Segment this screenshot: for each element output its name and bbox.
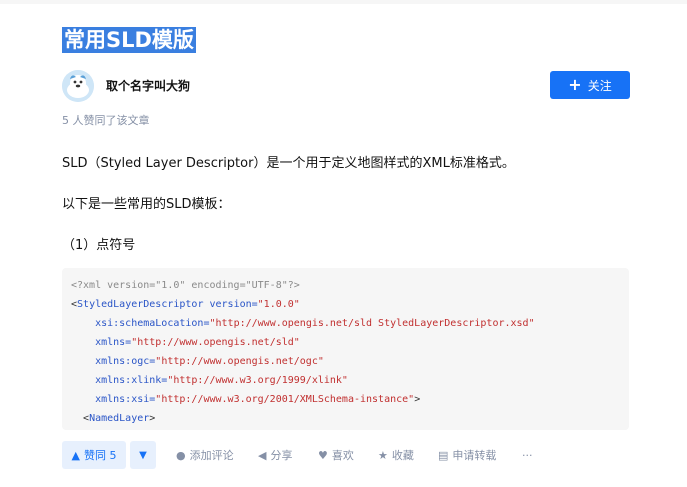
follow-button[interactable]: + 关注 <box>550 71 630 99</box>
repost-label: 申请转载 <box>452 449 497 462</box>
article-title: 常用SLD模版 <box>62 27 196 53</box>
share-button[interactable]: ◀ 分享 <box>258 441 292 469</box>
code-line: xmlns:xsi="http://www.w3.org/2001/XMLSch… <box>71 393 420 407</box>
code-token: version= <box>203 299 258 310</box>
code-token: "http://www.opengis.net/ogc" <box>155 356 324 367</box>
follow-label: 关注 <box>587 78 612 93</box>
code-token: xmlns:xsi= <box>71 394 156 405</box>
code-token: xmlns:ogc= <box>71 356 156 367</box>
likes-summary[interactable]: 5 人赞同了该文章 <box>62 112 150 128</box>
code-line: xmlns:xlink="http://www.w3.org/1999/xlin… <box>71 374 348 388</box>
author-row: 取个名字叫大狗 + 关注 <box>62 70 632 102</box>
code-token: StyledLayerDescriptor <box>77 299 204 310</box>
avatar[interactable] <box>62 70 94 102</box>
like-label: 喜欢 <box>331 449 354 462</box>
favorite-label: 收藏 <box>391 449 414 462</box>
star-icon: ★ <box>378 448 388 462</box>
paragraph-list-intro: 以下是一些常用的SLD模板： <box>62 197 231 212</box>
heart-icon: ♥ <box>318 448 328 462</box>
code-token: xmlns:xlink= <box>71 375 168 386</box>
code-line: <?xml version="1.0" encoding="UTF-8"?> <box>71 279 300 293</box>
more-button[interactable]: ··· <box>522 441 533 469</box>
paragraph-intro: SLD（Styled Layer Descriptor）是一个用于定义地图样式的… <box>62 156 515 171</box>
action-bar: ▲ 赞同 5 ▼ ● 添加评论 ◀ 分享 ♥ 喜欢 ★ 收藏 ▤ 申请转载 ··… <box>62 441 642 469</box>
code-token: "http://www.w3.org/2001/XMLSchema-instan… <box>155 394 415 405</box>
share-icon: ◀ <box>258 448 267 462</box>
code-token: <?xml version="1.0" encoding="UTF-8"?> <box>71 280 300 291</box>
code-token: > <box>149 413 156 424</box>
code-token: xsi:schemaLocation= <box>71 318 210 329</box>
paragraph-point-symbol: （1）点符号 <box>62 238 136 253</box>
code-line: xmlns:ogc="http://www.opengis.net/ogc" <box>71 355 324 369</box>
vote-down-button[interactable]: ▼ <box>130 441 156 469</box>
comment-label: 添加评论 <box>189 449 234 462</box>
like-button[interactable]: ♥ 喜欢 <box>318 441 354 469</box>
more-icon: ··· <box>522 448 533 462</box>
code-line: <StyledLayerDescriptor version="1.0.0" <box>71 298 300 312</box>
code-block: <?xml version="1.0" encoding="UTF-8"?> <S… <box>62 268 629 430</box>
plus-icon: + <box>568 75 582 94</box>
triangle-up-icon: ▲ <box>71 448 80 462</box>
document-icon: ▤ <box>438 448 449 462</box>
avatar-icon <box>62 70 94 102</box>
vote-up-button[interactable]: ▲ 赞同 5 <box>62 441 126 469</box>
author-name[interactable]: 取个名字叫大狗 <box>106 77 190 94</box>
code-line: xsi:schemaLocation="http://www.opengis.n… <box>71 317 535 331</box>
top-bar <box>0 0 687 4</box>
code-token: "1.0.0" <box>257 299 300 310</box>
code-line: xmlns="http://www.opengis.net/sld" <box>71 336 300 350</box>
vote-up-label: 赞同 5 <box>83 449 117 462</box>
article-page: 常用SLD模版 取个名字叫大狗 + 关注 5 人赞同了该文章 SLD（Style… <box>0 0 687 487</box>
code-token: NamedLayer <box>89 413 150 424</box>
code-token: "http://www.opengis.net/sld StyledLayerD… <box>209 318 535 329</box>
comment-icon: ● <box>176 448 186 462</box>
repost-button[interactable]: ▤ 申请转载 <box>438 441 496 469</box>
share-label: 分享 <box>270 449 293 462</box>
code-line: <NamedLayer> <box>71 412 155 426</box>
code-token: "http://www.w3.org/1999/xlink" <box>167 375 348 386</box>
code-token: > <box>414 394 421 405</box>
favorite-button[interactable]: ★ 收藏 <box>378 441 414 469</box>
triangle-down-icon: ▼ <box>139 449 147 461</box>
code-token: xmlns= <box>71 337 132 348</box>
code-token: "http://www.opengis.net/sld" <box>131 337 300 348</box>
comment-button[interactable]: ● 添加评论 <box>176 441 234 469</box>
code-token: < <box>71 413 90 424</box>
